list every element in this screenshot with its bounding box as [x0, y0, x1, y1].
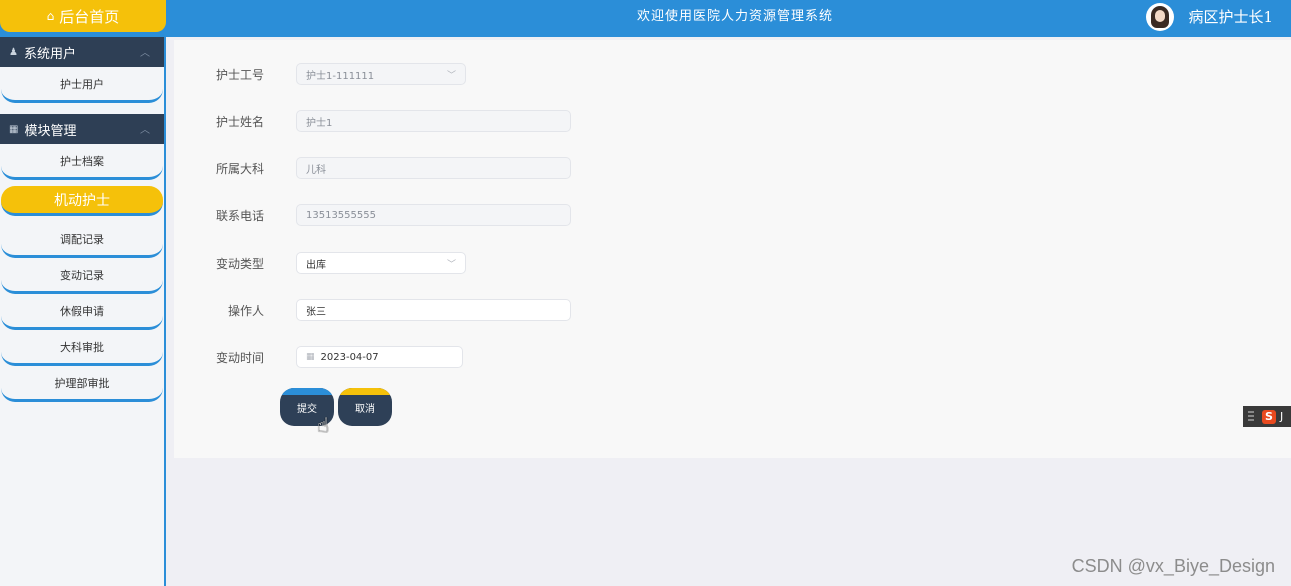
operator-field[interactable]: 张三	[296, 299, 571, 321]
ime-toolbar[interactable]: S J	[1243, 406, 1291, 427]
top-bar: ⌂ 后台首页 欢迎使用医院人力资源管理系统 病区护士长1	[0, 0, 1291, 37]
sidebar-group-modules[interactable]: ▦ 模块管理 ︿	[0, 114, 164, 144]
nurse-name-field[interactable]: 护士1	[296, 110, 571, 132]
nurse-name-label: 护士姓名	[215, 114, 264, 129]
grid-icon: ▦	[9, 123, 19, 135]
home-icon: ⌂	[46, 9, 55, 23]
nurse-id-label: 护士工号	[215, 67, 264, 82]
home-label: 后台首页	[59, 7, 120, 26]
calendar-icon: ▦	[306, 352, 315, 362]
sidebar-item-mobile-nurse[interactable]: 机动护士	[1, 186, 163, 216]
form-row-nurse-id: 护士工号 护士1-111111 ﹀	[174, 62, 466, 86]
form-row-department: 所属大科 儿科	[174, 156, 571, 180]
form-row-operator: 操作人 张三	[174, 298, 571, 322]
department-value: 儿科	[306, 164, 326, 176]
sidebar-item-nurse-users[interactable]: 护士用户	[1, 67, 163, 103]
form-row-nurse-name: 护士姓名 护士1	[174, 109, 571, 133]
chevron-up-icon: ︿	[140, 48, 150, 59]
user-menu[interactable]: 病区护士长1	[1146, 0, 1273, 33]
nurse-id-value: 护士1-111111	[306, 70, 375, 82]
change-time-label: 变动时间	[215, 350, 264, 365]
change-type-value: 出库	[306, 259, 326, 271]
change-type-select[interactable]: 出库 ﹀	[296, 252, 466, 274]
sidebar-item-change-records[interactable]: 变动记录	[1, 258, 163, 294]
avatar[interactable]	[1146, 2, 1175, 31]
form-row-change-time: 变动时间 ▦ 2023-04-07	[174, 345, 463, 369]
chevron-down-icon: ﹀	[446, 71, 456, 81]
sidebar-item-department-approval[interactable]: 大科审批	[1, 330, 163, 366]
sidebar-group-system-users[interactable]: ♟ 系统用户 ︿	[0, 37, 164, 67]
ime-logo: S	[1262, 409, 1276, 424]
change-time-value: 2023-04-07	[320, 351, 379, 363]
sidebar-group-label: 模块管理	[24, 123, 77, 139]
drag-handle-icon[interactable]	[1248, 410, 1254, 423]
change-time-datepicker[interactable]: ▦ 2023-04-07	[296, 346, 463, 368]
operator-value: 张三	[306, 306, 326, 318]
phone-value: 13513555555	[306, 209, 376, 221]
hand-cursor-icon: ☝	[317, 413, 330, 437]
operator-label: 操作人	[227, 303, 264, 318]
department-field[interactable]: 儿科	[296, 157, 571, 179]
form-row-phone: 联系电话 13513555555	[174, 203, 571, 227]
cancel-button[interactable]: 取消	[338, 388, 392, 426]
system-title: 欢迎使用医院人力资源管理系统	[636, 9, 833, 24]
sidebar-group-label: 系统用户	[23, 46, 76, 62]
phone-label: 联系电话	[215, 208, 264, 223]
phone-field[interactable]: 13513555555	[296, 204, 571, 226]
person-icon: ♟	[9, 46, 18, 58]
home-button[interactable]: ⌂ 后台首页	[0, 0, 166, 32]
sidebar-item-leave-request[interactable]: 休假申请	[1, 294, 163, 330]
ime-text: J	[1280, 410, 1284, 423]
sidebar-item-allocation-records[interactable]: 调配记录	[1, 222, 163, 258]
department-label: 所属大科	[215, 161, 264, 176]
user-name: 病区护士长1	[1188, 8, 1273, 26]
nurse-name-value: 护士1	[306, 117, 333, 129]
sidebar-item-nurse-records[interactable]: 护士档案	[1, 144, 163, 180]
chevron-down-icon: ﹀	[446, 260, 456, 270]
watermark: CSDN @vx_Biye_Design	[1071, 556, 1275, 576]
change-type-label: 变动类型	[215, 256, 264, 271]
chevron-up-icon: ︿	[140, 125, 150, 136]
form-panel: 护士工号 护士1-111111 ﹀ 护士姓名 护士1 所属大科 儿科 联系电话 …	[174, 40, 1291, 458]
form-row-change-type: 变动类型 出库 ﹀	[174, 251, 466, 275]
sidebar: ♟ 系统用户 ︿ 护士用户 ▦ 模块管理 ︿ 护士档案 机动护士 调配记录 变动…	[0, 37, 166, 586]
nurse-id-select[interactable]: 护士1-111111 ﹀	[296, 63, 466, 85]
sidebar-item-nursing-approval[interactable]: 护理部审批	[1, 366, 163, 402]
